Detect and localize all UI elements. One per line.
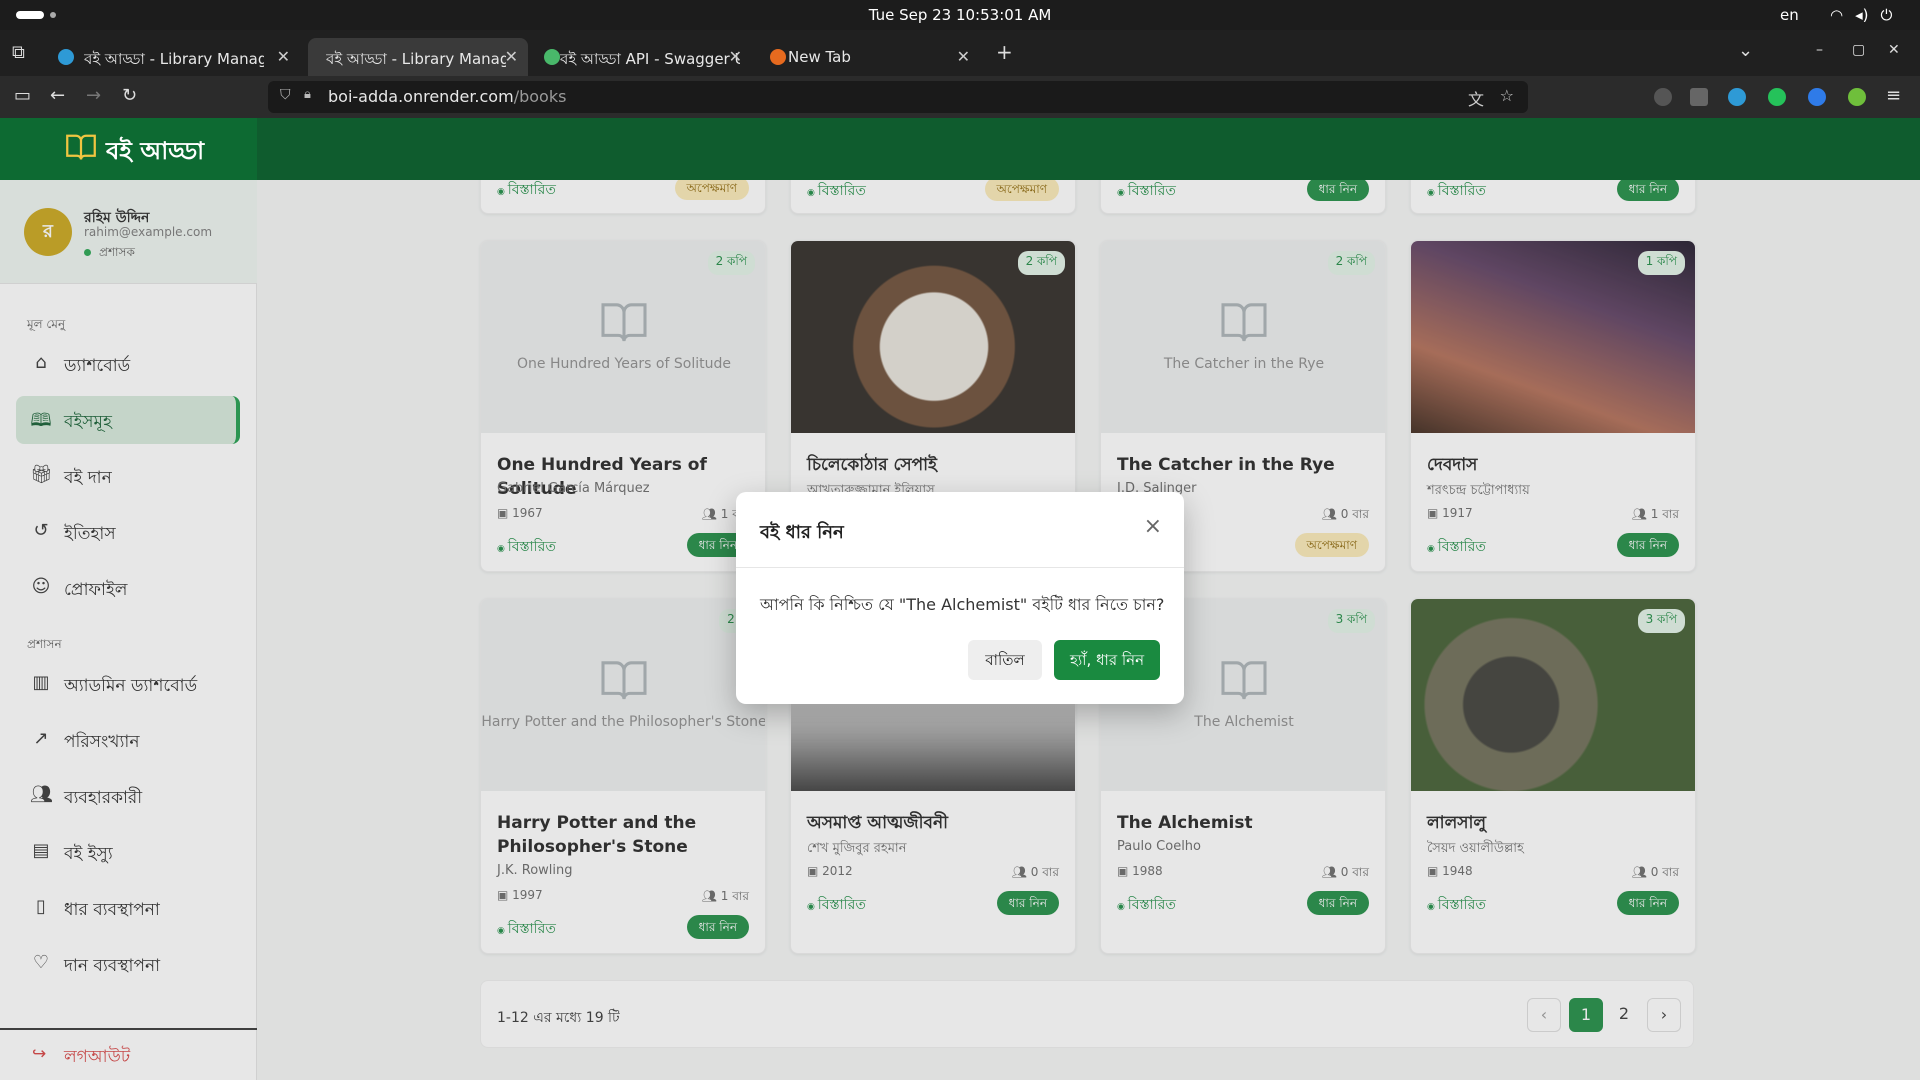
bookmark-star-icon[interactable]: ☆ [1500, 86, 1514, 105]
whatsapp-icon[interactable] [1768, 88, 1786, 106]
tab-overview-icon[interactable]: ⧉ [12, 42, 25, 63]
volume-icon: ◂) [1855, 6, 1869, 24]
language-indicator[interactable]: en [1780, 6, 1799, 24]
extensions-icon[interactable] [1690, 88, 1708, 106]
modal-title: বই ধার নিন [760, 522, 844, 543]
system-tray[interactable]: ◠ ◂) ⏻ [1830, 6, 1892, 24]
telegram-favicon-icon [58, 49, 74, 65]
system-top-bar: Tue Sep 23 10:53:01 AM en ◠ ◂) ⏻ [0, 0, 1920, 30]
power-icon: ⏻ [1880, 6, 1893, 24]
browser-tab-2-active[interactable]: বই আড্ডা - Library Manageme ✕ [308, 38, 528, 76]
tab-label: New Tab [788, 48, 851, 66]
tab-close-icon[interactable]: ✕ [505, 47, 518, 66]
account-icon[interactable] [1654, 88, 1672, 106]
browser-tab-bar: ⧉ বই আড্ডা - Library Manageme ✕ বই আড্ডা… [0, 30, 1920, 76]
minimize-icon[interactable]: – [1816, 42, 1823, 58]
browser-tab-3[interactable]: বই আড্ডা API - Swagger UI ✕ [536, 38, 752, 76]
app-brand[interactable]: বই আড্ডা [0, 118, 257, 180]
translate-icon[interactable]: 文 [1468, 86, 1484, 110]
messenger-icon[interactable] [1808, 88, 1826, 106]
brand-name: বই আড্ডা [106, 137, 205, 165]
browser-tab-4[interactable]: New Tab ✕ [760, 38, 980, 76]
url-path: /books [513, 87, 567, 106]
address-bar[interactable]: ⛉ 🔒︎ boi-adda.onrender.com/books 文 ☆ [268, 81, 1528, 113]
sidebar-toggle-icon[interactable]: ▭ [14, 85, 31, 106]
borrow-confirm-modal: বই ধার নিন × আপনি কি নিশ্চিত যে "The Alc… [736, 492, 1184, 704]
confirm-borrow-button[interactable]: হ্যাঁ, ধার নিন [1054, 640, 1160, 680]
modal-header: বই ধার নিন × [736, 492, 1184, 568]
new-tab-icon[interactable]: + [996, 40, 1013, 64]
lock-icon: 🔒︎ [304, 87, 311, 102]
firefox-favicon-icon [770, 49, 786, 65]
shield-icon: ⛉ [280, 87, 291, 103]
modal-message: আপনি কি নিশ্চিত যে "The Alchemist" বইটি … [760, 595, 1165, 614]
book-logo-icon [66, 134, 96, 160]
close-icon[interactable]: × [1144, 514, 1162, 539]
tab-label: বই আড্ডা - Library Manageme [326, 50, 506, 68]
app-header [0, 118, 1920, 180]
telegram-icon[interactable] [1728, 88, 1746, 106]
browser-navigation-bar: ▭ ← → ↻ ⛉ 🔒︎ boi-adda.onrender.com/books… [0, 76, 1920, 118]
tab-label: বই আড্ডা API - Swagger UI [560, 50, 740, 68]
wifi-icon: ◠ [1830, 6, 1844, 24]
tab-label: বই আড্ডা - Library Manageme [84, 50, 264, 68]
forward-icon[interactable]: → [86, 85, 101, 106]
tab-close-icon[interactable]: ✕ [729, 47, 742, 66]
browser-tab-1[interactable]: বই আড্ডা - Library Manageme ✕ [44, 38, 300, 76]
close-window-icon[interactable]: ✕ [1888, 42, 1900, 58]
system-clock[interactable]: Tue Sep 23 10:53:01 AM [0, 6, 1920, 24]
swagger-favicon-icon [544, 49, 560, 65]
addon-icon[interactable] [1848, 88, 1866, 106]
menu-icon[interactable]: ≡ [1886, 85, 1901, 106]
url-host: boi-adda.onrender.com [328, 87, 514, 106]
restore-icon[interactable]: ▢ [1852, 42, 1865, 58]
tab-close-icon[interactable]: ✕ [957, 47, 970, 66]
cancel-button[interactable]: বাতিল [968, 640, 1042, 680]
web-page: বিস্তারিত অপেক্ষমাণ বিস্তারিত অপেক্ষমাণ … [0, 118, 1920, 1080]
tab-close-icon[interactable]: ✕ [277, 47, 290, 66]
tab-list-icon[interactable]: ⌄ [1738, 40, 1753, 61]
reload-icon[interactable]: ↻ [122, 85, 137, 106]
back-icon[interactable]: ← [50, 85, 65, 106]
